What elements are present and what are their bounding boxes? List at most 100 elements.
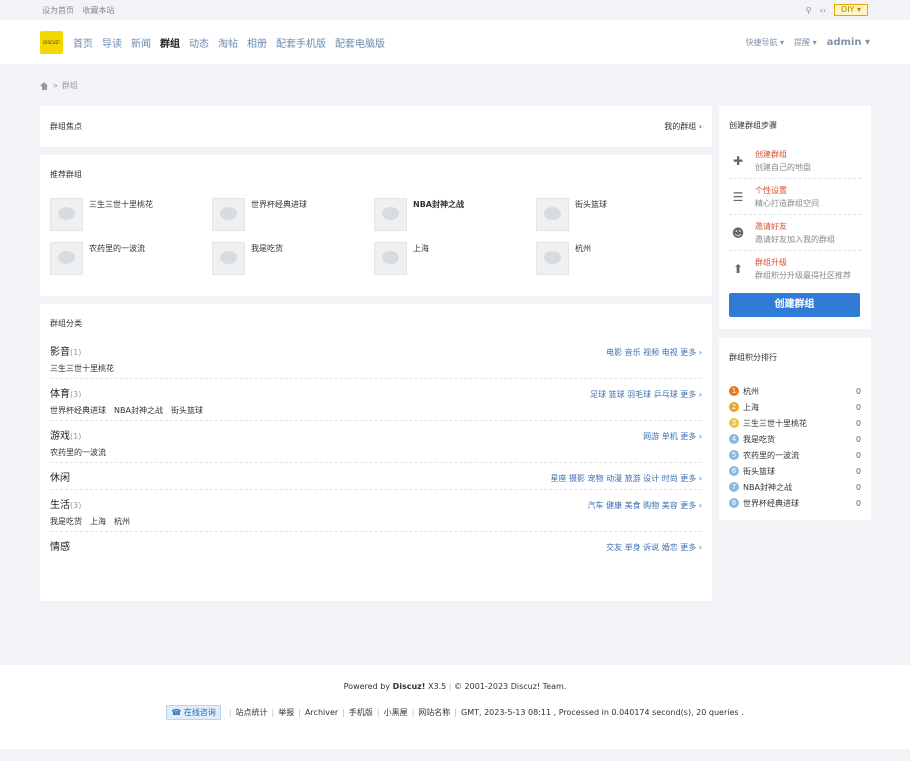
category-tags[interactable]: 星座 摄影 宠物 动漫 旅游 设计 时尚 更多 › [550, 473, 702, 484]
group-avatar[interactable] [50, 242, 83, 275]
nav-desktop[interactable]: 配套电脑版 [335, 35, 385, 50]
group-card[interactable]: 农药里的一波流 [50, 242, 212, 278]
rank-item[interactable]: 2 上海 0 [729, 399, 861, 415]
search-icon[interactable]: ⚲ [806, 6, 812, 15]
online-service-button[interactable]: ☎ 在线咨询 [166, 705, 221, 720]
group-card[interactable]: 上海 [374, 242, 536, 278]
group-card[interactable]: 我是吃货 [212, 242, 374, 278]
home-icon[interactable] [40, 81, 49, 90]
rank-item[interactable]: 1 杭州 0 [729, 383, 861, 399]
rank-item[interactable]: 7 NBA封神之战 0 [729, 479, 861, 495]
rank-group-name[interactable]: 我是吃货 [743, 434, 856, 445]
remind-menu[interactable]: 提醒 ▾ [794, 37, 817, 48]
step-title[interactable]: 个性设置 [755, 185, 819, 196]
nav-album[interactable]: 相册 [247, 35, 267, 50]
rank-list: 1 杭州 0 2 上海 0 3 三生三世十里桃花 0 4 我是吃货 0 5 农药里的一波流 0 6 街头篮球 0 7… [729, 383, 861, 511]
group-name[interactable]: NBA封神之战 [413, 199, 464, 210]
rank-group-name[interactable]: 杭州 [743, 386, 856, 397]
category-name[interactable]: 情感 [50, 542, 70, 553]
step-title[interactable]: 群组升级 [755, 257, 851, 268]
footer-link[interactable]: 站点统计 [236, 707, 268, 718]
rank-group-name[interactable]: 世界杯经典进球 [743, 498, 856, 509]
group-card[interactable]: 世界杯经典进球 [212, 198, 374, 234]
group-avatar[interactable] [374, 198, 407, 231]
group-avatar[interactable] [374, 242, 407, 275]
diy-button[interactable]: DIY ▾ [834, 4, 868, 16]
favorite-link[interactable]: 收藏本站 [83, 6, 115, 15]
category-group-link[interactable]: 我是吃货 [50, 517, 82, 526]
category-group-link[interactable]: 街头篮球 [171, 406, 203, 415]
quick-nav-menu[interactable]: 快捷导航 ▾ [745, 37, 784, 48]
category-group-link[interactable]: 三生三世十里桃花 [50, 364, 114, 373]
category-group-link[interactable]: 杭州 [114, 517, 130, 526]
category-name[interactable]: 体育 [50, 389, 70, 400]
nav-groups[interactable]: 群组 [160, 35, 180, 50]
group-avatar[interactable] [50, 198, 83, 231]
group-avatar[interactable] [212, 198, 245, 231]
category-tags[interactable]: 汽车 健康 美食 购物 美容 更多 › [588, 500, 702, 511]
group-card[interactable]: NBA封神之战 [374, 198, 536, 234]
group-name[interactable]: 农药里的一波流 [89, 243, 145, 254]
footer-link[interactable]: Archiver [305, 708, 338, 717]
group-card[interactable]: 三生三世十里桃花 [50, 198, 212, 234]
nav-news[interactable]: 新闻 [131, 35, 151, 50]
group-name[interactable]: 我是吃货 [251, 243, 283, 254]
category-name[interactable]: 游戏 [50, 431, 70, 442]
group-name[interactable]: 街头篮球 [575, 199, 607, 210]
category-group-link[interactable]: NBA封神之战 [114, 406, 163, 415]
nav-guide[interactable]: 导读 [102, 35, 122, 50]
footer-link[interactable]: 小黑屋 [384, 707, 408, 718]
user-menu[interactable]: admin ▾ [827, 37, 870, 48]
category-name[interactable]: 生活 [50, 500, 70, 511]
code-icon[interactable]: ‹› [820, 6, 826, 15]
category-group-link[interactable]: 农药里的一波流 [50, 448, 106, 457]
rank-item[interactable]: 5 农药里的一波流 0 [729, 447, 861, 463]
breadcrumb-current[interactable]: 群组 [62, 80, 78, 91]
footer-link[interactable]: 手机版 [349, 707, 373, 718]
footer: Powered by Discuz! X3.5 | © 2001-2023 Di… [0, 665, 910, 749]
group-name[interactable]: 上海 [413, 243, 429, 254]
category-count: (1) [70, 432, 82, 441]
set-home-link[interactable]: 设为首页 [42, 6, 74, 15]
create-group-button[interactable]: 创建群组 [729, 293, 860, 317]
separator: | [376, 708, 380, 717]
rank-group-name[interactable]: 街头篮球 [743, 466, 856, 477]
rank-group-name[interactable]: 上海 [743, 402, 856, 413]
category-group-link[interactable]: 上海 [90, 517, 106, 526]
nav-mobile[interactable]: 配套手机版 [276, 35, 326, 50]
group-name[interactable]: 杭州 [575, 243, 591, 254]
rank-group-name[interactable]: NBA封神之战 [743, 482, 856, 493]
rank-item[interactable]: 3 三生三世十里桃花 0 [729, 415, 861, 431]
step-title[interactable]: 创建群组 [755, 149, 811, 160]
separator: | [342, 708, 345, 717]
footer-link[interactable]: 举报 [278, 707, 294, 718]
rank-item[interactable]: 6 街头篮球 0 [729, 463, 861, 479]
my-groups-link[interactable]: 我的群组 › [664, 121, 702, 132]
step-title[interactable]: 邀请好友 [755, 221, 835, 232]
nav-collection[interactable]: 淘帖 [218, 35, 238, 50]
nav-home[interactable]: 首页 [73, 35, 93, 50]
rank-number: 2 [729, 402, 739, 412]
category-tags[interactable]: 交友 单身 诉说 婚恋 更多 › [606, 542, 702, 553]
group-avatar[interactable] [212, 242, 245, 275]
footer-link[interactable]: 网站名称 [418, 707, 450, 718]
group-avatar[interactable] [536, 198, 569, 231]
rank-group-name[interactable]: 三生三世十里桃花 [743, 418, 856, 429]
brand-link[interactable]: Discuz! [393, 682, 426, 691]
category-name[interactable]: 休闲 [50, 473, 70, 484]
group-card[interactable]: 街头篮球 [536, 198, 698, 234]
group-card[interactable]: 杭州 [536, 242, 698, 278]
category-tags[interactable]: 网游 单机 更多 › [643, 431, 702, 442]
category-tags[interactable]: 电影 音乐 视频 电视 更多 › [606, 347, 702, 358]
rank-item[interactable]: 8 世界杯经典进球 0 [729, 495, 861, 511]
site-logo[interactable]: DISCUZ! [40, 30, 63, 54]
category-name[interactable]: 影音 [50, 347, 70, 358]
nav-feed[interactable]: 动态 [189, 35, 209, 50]
group-avatar[interactable] [536, 242, 569, 275]
category-tags[interactable]: 足球 篮球 羽毛球 乒乓球 更多 › [590, 389, 702, 400]
rank-group-name[interactable]: 农药里的一波流 [743, 450, 856, 461]
group-name[interactable]: 三生三世十里桃花 [89, 199, 153, 210]
category-group-link[interactable]: 世界杯经典进球 [50, 406, 106, 415]
group-name[interactable]: 世界杯经典进球 [251, 199, 307, 210]
rank-item[interactable]: 4 我是吃货 0 [729, 431, 861, 447]
